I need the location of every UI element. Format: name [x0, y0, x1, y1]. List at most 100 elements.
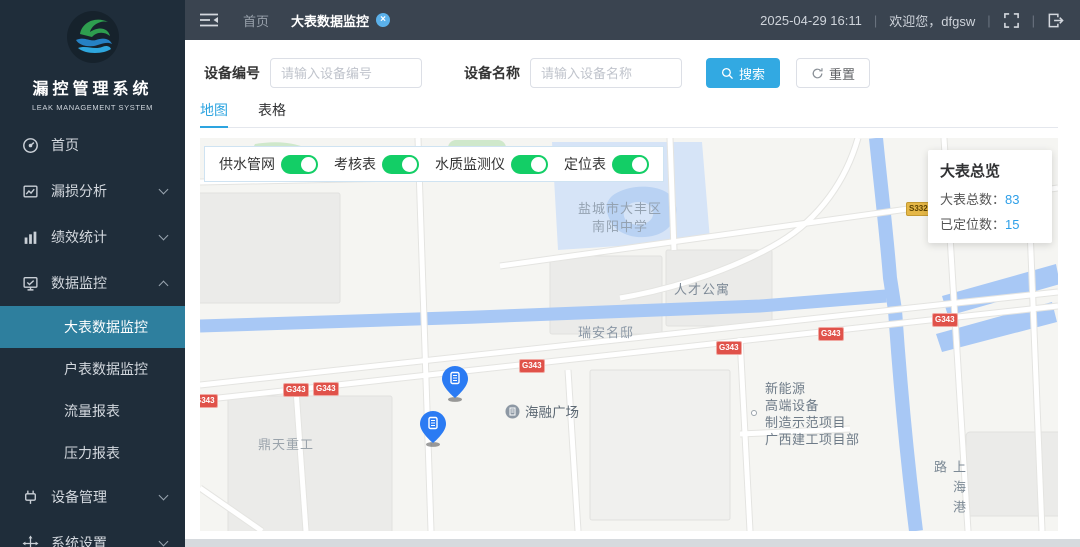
- main-column: 首页 大表数据监控 × 2025-04-29 16:11 | 欢迎您，dfgsw…: [185, 0, 1080, 547]
- chevron-down-icon: [158, 184, 169, 195]
- device-name-label: 设备名称: [464, 65, 520, 81]
- sidebar-item-performance-stats[interactable]: 绩效统计: [0, 214, 185, 260]
- road-badge-g343: G343: [716, 341, 742, 355]
- sidebar-item-label: 系统设置: [51, 535, 107, 547]
- search-button-label: 搜索: [739, 66, 766, 82]
- sidebar-item-flow-report[interactable]: 流量报表: [0, 390, 185, 432]
- sidebar: 漏控管理系统 LEAK MANAGEMENT SYSTEM 首页 漏损分析 绩效…: [0, 0, 185, 547]
- layer-locating-meter: 定位表: [564, 154, 649, 174]
- page-content: 设备编号 设备名称 搜索 重置: [185, 40, 1080, 539]
- data-monitor-icon: [23, 276, 38, 291]
- map-label-school: 盐城市大丰区南阳中学: [577, 201, 662, 234]
- sidebar-item-leak-analysis[interactable]: 漏损分析: [0, 168, 185, 214]
- road-badge-g343: G343: [932, 313, 958, 327]
- brand-logo-icon: [66, 11, 119, 63]
- meter-marker-pin[interactable]: [420, 411, 446, 447]
- poi-dot-icon: [751, 410, 757, 416]
- sidebar-item-label: 首页: [51, 137, 79, 153]
- layer-label: 水质监测仪: [435, 156, 505, 172]
- toggle-assessment-meter[interactable]: [382, 154, 419, 174]
- meter-marker-pin[interactable]: [442, 366, 468, 402]
- layer-label: 定位表: [564, 156, 606, 172]
- sidebar-item-device-manage[interactable]: 设备管理: [0, 474, 185, 520]
- tab-table[interactable]: 表格: [258, 100, 286, 127]
- submenu-item-label: 大表数据监控: [64, 319, 148, 335]
- toggle-locating-meter[interactable]: [612, 154, 649, 174]
- tab-big-meter-monitor[interactable]: 大表数据监控 ×: [291, 11, 391, 30]
- topbar: 首页 大表数据监控 × 2025-04-29 16:11 | 欢迎您，dfgsw…: [185, 0, 1080, 40]
- dashboard-icon: [23, 137, 38, 153]
- toggle-water-network[interactable]: [281, 154, 318, 174]
- map-label-ruian: 瑞安名邸: [578, 325, 635, 340]
- chevron-down-icon: [158, 230, 169, 241]
- performance-stats-icon: [24, 231, 37, 244]
- sidebar-item-label: 设备管理: [51, 489, 107, 505]
- leak-analysis-icon: [23, 184, 38, 198]
- overview-located-label: 已定位数：: [940, 217, 1006, 232]
- submenu-item-label: 流量报表: [64, 403, 120, 419]
- poi-building-icon: [505, 404, 520, 418]
- view-tabs: 地图 表格: [200, 100, 1058, 128]
- submenu-item-label: 户表数据监控: [64, 361, 148, 377]
- fullscreen-icon[interactable]: [1003, 12, 1020, 29]
- road-badge-g343: G343: [200, 394, 218, 408]
- device-manage-icon: [25, 490, 36, 504]
- sidebar-collapse-icon[interactable]: [199, 12, 219, 28]
- sidebar-item-label: 数据监控: [51, 275, 107, 291]
- sidebar-item-household-meter-monitor[interactable]: 户表数据监控: [0, 348, 185, 390]
- layer-assessment-meter: 考核表: [334, 154, 419, 174]
- chevron-down-icon: [158, 490, 169, 501]
- breadcrumb-home[interactable]: 首页: [243, 11, 269, 30]
- device-name-input[interactable]: [530, 58, 682, 88]
- datetime-text: 2025-04-29 16:11: [760, 12, 862, 28]
- sidebar-item-data-monitor[interactable]: 数据监控: [0, 260, 185, 306]
- reset-button-label: 重置: [829, 66, 856, 82]
- overview-located-row: 已定位数：15: [940, 214, 1040, 233]
- chevron-up-icon: [158, 280, 169, 290]
- map-label-dingtian: 鼎天重工: [258, 437, 315, 452]
- sidebar-item-big-meter-monitor[interactable]: 大表数据监控: [0, 306, 185, 348]
- logout-icon[interactable]: [1047, 12, 1064, 29]
- overview-total-label: 大表总数：: [940, 192, 1006, 207]
- layer-water-network: 供水管网: [219, 154, 318, 174]
- overview-title: 大表总览: [940, 163, 1001, 180]
- layer-label: 供水管网: [219, 156, 275, 172]
- big-meter-overview-card: 大表总览 大表总数：83 已定位数：15: [928, 150, 1052, 243]
- app-window: 漏控管理系统 LEAK MANAGEMENT SYSTEM 首页 漏损分析 绩效…: [0, 0, 1080, 547]
- topbar-right: 2025-04-29 16:11 | 欢迎您，dfgsw | |: [760, 11, 1064, 30]
- sidebar-item-home[interactable]: 首页: [0, 122, 185, 168]
- search-button[interactable]: 搜索: [706, 58, 781, 88]
- close-icon[interactable]: ×: [376, 13, 391, 27]
- app-subtitle: LEAK MANAGEMENT SYSTEM: [31, 103, 153, 112]
- brand-block: 漏控管理系统 LEAK MANAGEMENT SYSTEM: [0, 0, 185, 112]
- separator: |: [1031, 12, 1035, 28]
- tab-map[interactable]: 地图: [200, 100, 228, 128]
- sidebar-menu: 首页 漏损分析 绩效统计 数据监控 大表数据监控 户表数据监控 流量报表 压力报…: [0, 122, 185, 547]
- road-badge-s332: S332: [906, 202, 931, 216]
- sidebar-submenu-data-monitor: 大表数据监控 户表数据监控 流量报表 压力报表: [0, 306, 185, 474]
- map-label-project: 新能源 高端设备 制造示范项目 广西建工项目部: [765, 381, 860, 447]
- device-no-label: 设备编号: [204, 65, 260, 81]
- sidebar-item-system-settings[interactable]: 系统设置: [0, 520, 185, 547]
- chevron-down-icon: [158, 536, 169, 547]
- toggle-water-quality[interactable]: [511, 154, 548, 174]
- reset-button[interactable]: 重置: [796, 58, 871, 88]
- search-icon: [721, 67, 733, 79]
- overview-located-value: 15: [1005, 217, 1020, 232]
- road-badge-g343: G343: [283, 383, 309, 397]
- map-layer-toolbar: 供水管网 考核表 水质监测仪 定位表: [204, 146, 664, 182]
- layer-water-quality: 水质监测仪: [435, 154, 548, 174]
- road-badge-g343: G343: [818, 327, 844, 341]
- road-badge-g343: G343: [313, 382, 339, 396]
- page-bottom-strip: [185, 539, 1080, 547]
- overview-total-value: 83: [1005, 192, 1020, 207]
- sidebar-item-label: 漏损分析: [51, 183, 107, 199]
- overview-total-row: 大表总数：83: [940, 189, 1040, 208]
- map-container[interactable]: 供水管网 考核表 水质监测仪 定位表 大表总览 大表总数：83 已定位数：15 …: [200, 138, 1058, 531]
- filter-bar: 设备编号 设备名称 搜索 重置: [200, 58, 1058, 88]
- separator: |: [873, 12, 878, 28]
- welcome-text: 欢迎您，dfgsw: [889, 13, 976, 29]
- device-no-input[interactable]: [270, 58, 422, 88]
- sidebar-item-label: 绩效统计: [51, 229, 107, 245]
- sidebar-item-pressure-report[interactable]: 压力报表: [0, 432, 185, 474]
